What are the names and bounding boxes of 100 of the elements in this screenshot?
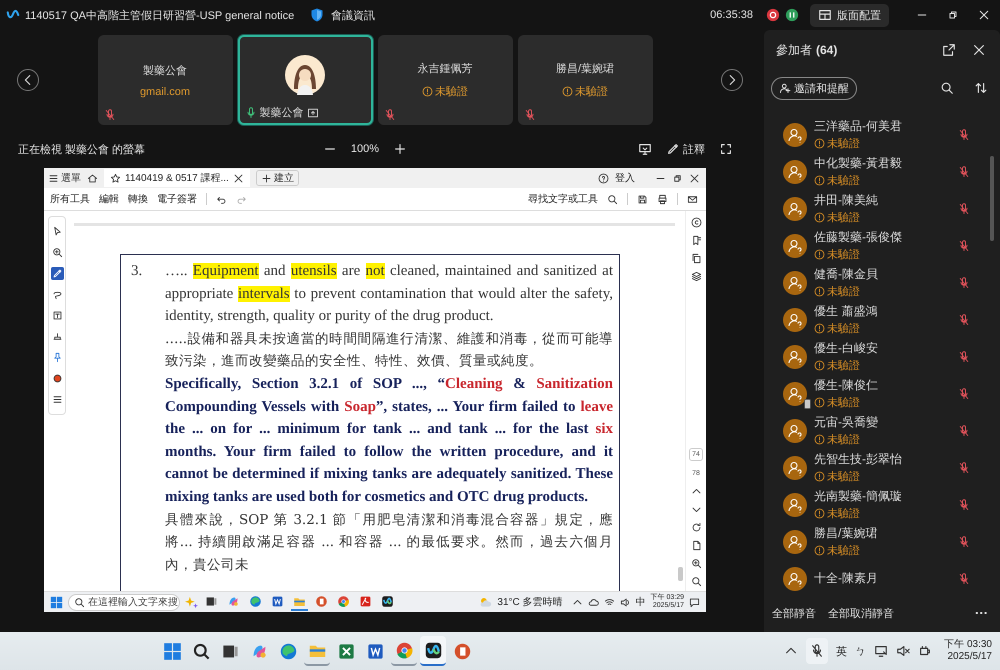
meeting-app-icon[interactable] — [424, 640, 443, 660]
participant-row[interactable]: 元宙-吳喬變 未驗證 — [783, 412, 1000, 449]
slides-icon[interactable] — [452, 642, 472, 660]
scrollbar[interactable] — [678, 567, 683, 581]
web-browser-icon[interactable] — [394, 640, 414, 660]
star-icon[interactable] — [110, 172, 121, 184]
bookmark-icon[interactable] — [690, 235, 702, 246]
document-app-icon[interactable] — [271, 595, 284, 608]
participant-row[interactable]: 井田-陳美純 未驗證 — [783, 190, 1000, 227]
mic-off-icon[interactable] — [958, 314, 970, 326]
cloud-icon[interactable] — [588, 596, 599, 608]
participant-row[interactable]: 三洋藥品-何美君 未驗證 — [783, 116, 1000, 153]
participant-row[interactable]: 優生 蕭盛鴻 未驗證 — [783, 301, 1000, 338]
mic-off-icon[interactable] — [958, 388, 970, 400]
save-icon[interactable] — [637, 194, 648, 204]
participant-row[interactable]: 健喬-陳金貝 未驗證 — [783, 264, 1000, 301]
mic-off-icon[interactable] — [958, 240, 970, 252]
toolbar-menu-item[interactable]: 所有工具 — [50, 192, 90, 206]
participant-row[interactable]: 中化製藥-黃君毅 未驗證 — [783, 153, 1000, 190]
pdf-icon[interactable] — [359, 595, 372, 608]
next-button[interactable] — [721, 69, 743, 91]
print-icon[interactable] — [657, 194, 668, 204]
mic-off-icon[interactable] — [958, 202, 970, 214]
participant-row[interactable]: 優生-陳俊仁 未驗證 — [783, 375, 1000, 412]
mic-off-icon[interactable] — [958, 498, 970, 510]
mute-all-button[interactable]: 全部靜音 — [772, 606, 816, 620]
volume-icon[interactable] — [620, 596, 631, 608]
mic-off-icon[interactable] — [958, 128, 970, 140]
zoom-icon[interactable] — [50, 246, 64, 259]
help-icon[interactable] — [598, 172, 609, 184]
previous-button[interactable] — [17, 69, 39, 91]
input-method[interactable]: 中 — [636, 595, 646, 609]
zoom-out-icon[interactable] — [690, 576, 702, 587]
new-tab-button[interactable]: 建立 — [256, 170, 299, 186]
task-view-icon[interactable] — [205, 595, 218, 608]
wifi-icon[interactable] — [604, 596, 615, 608]
pages-icon[interactable] — [690, 253, 702, 264]
mic-off-icon[interactable] — [958, 350, 970, 362]
screen-icon[interactable] — [638, 142, 652, 156]
taskbar-app[interactable] — [420, 636, 446, 666]
restore-icon[interactable] — [947, 9, 959, 21]
participant-row[interactable]: 光南製藥-簡佩璇 未驗證 — [783, 486, 1000, 523]
document-tab[interactable]: 1140419 & 0517 課程... — [104, 169, 250, 187]
browser-icon[interactable] — [249, 595, 262, 608]
mic-off-icon[interactable] — [958, 276, 970, 288]
sign-in-link[interactable]: 登入 — [615, 171, 635, 185]
mic-off-icon[interactable] — [958, 536, 970, 548]
page-icon[interactable] — [690, 540, 702, 551]
sparkle-icon[interactable] — [185, 596, 198, 608]
browser-icon[interactable] — [278, 642, 298, 660]
toolbar-menu-item[interactable]: 編輯 — [99, 192, 119, 206]
start-icon[interactable] — [162, 642, 182, 660]
web-browser-icon[interactable] — [337, 595, 350, 608]
mic-off-icon[interactable] — [958, 424, 970, 436]
toolbar-menu-item[interactable]: 轉換 — [128, 192, 148, 206]
restore-icon[interactable] — [672, 172, 683, 184]
participant-row[interactable]: 先智生技-彭翠怡 未驗證 — [783, 449, 1000, 486]
slides-icon[interactable] — [315, 595, 328, 608]
meeting-app-icon[interactable] — [381, 595, 394, 608]
close-icon[interactable] — [689, 172, 700, 184]
microphone-button[interactable] — [806, 638, 828, 664]
start-icon[interactable] — [50, 596, 63, 608]
participant-row[interactable]: 十全-陳素月 — [783, 560, 1000, 594]
layout-button[interactable]: 版面配置 — [810, 4, 889, 26]
menu-button[interactable]: 選單 — [48, 171, 81, 185]
fullscreen-icon[interactable] — [719, 142, 733, 156]
search-icon[interactable] — [607, 194, 618, 204]
assistant-icon[interactable] — [227, 595, 240, 608]
scrollbar[interactable] — [990, 156, 994, 241]
layers-icon[interactable] — [690, 271, 702, 282]
spreadsheet-icon[interactable] — [336, 642, 356, 660]
pen-icon[interactable] — [50, 267, 64, 280]
volume-muted-icon[interactable] — [896, 644, 910, 658]
color-dot-icon[interactable] — [50, 372, 64, 385]
find-tools-button[interactable]: 尋找文字或工具 — [528, 192, 598, 206]
meeting-info-button[interactable]: 會議資訊 — [309, 7, 376, 23]
toolbar-menu-item[interactable]: 電子簽署 — [157, 192, 197, 206]
participant-row[interactable]: 勝昌/葉婉珺 未驗證 — [783, 523, 1000, 560]
power-icon[interactable] — [918, 644, 932, 658]
invite-button[interactable]: 邀請和提醒 — [771, 76, 857, 100]
mic-off-icon[interactable] — [958, 462, 970, 474]
zoom-in-icon[interactable] — [393, 142, 408, 156]
rotate-icon[interactable] — [690, 522, 702, 533]
pop-out-icon[interactable] — [942, 43, 956, 57]
mail-icon[interactable] — [687, 194, 698, 204]
annotate-button[interactable]: 註釋 — [666, 142, 705, 156]
mic-off-icon[interactable] — [958, 572, 970, 584]
notification-icon[interactable] — [689, 596, 700, 608]
text-box-icon[interactable] — [50, 309, 64, 322]
search-icon[interactable] — [192, 642, 211, 660]
comment-icon[interactable] — [690, 217, 702, 228]
mic-off-icon[interactable] — [958, 166, 970, 178]
participant-row[interactable]: 優生-白峻安 未驗證 — [783, 338, 1000, 375]
display-icon[interactable] — [874, 644, 888, 658]
home-icon[interactable] — [87, 172, 98, 184]
document-app-icon[interactable] — [366, 642, 385, 660]
sort-icon[interactable] — [974, 81, 988, 95]
close-icon[interactable] — [232, 172, 244, 184]
close-icon[interactable] — [972, 43, 986, 57]
input-mode[interactable]: ㄅ — [855, 644, 866, 658]
